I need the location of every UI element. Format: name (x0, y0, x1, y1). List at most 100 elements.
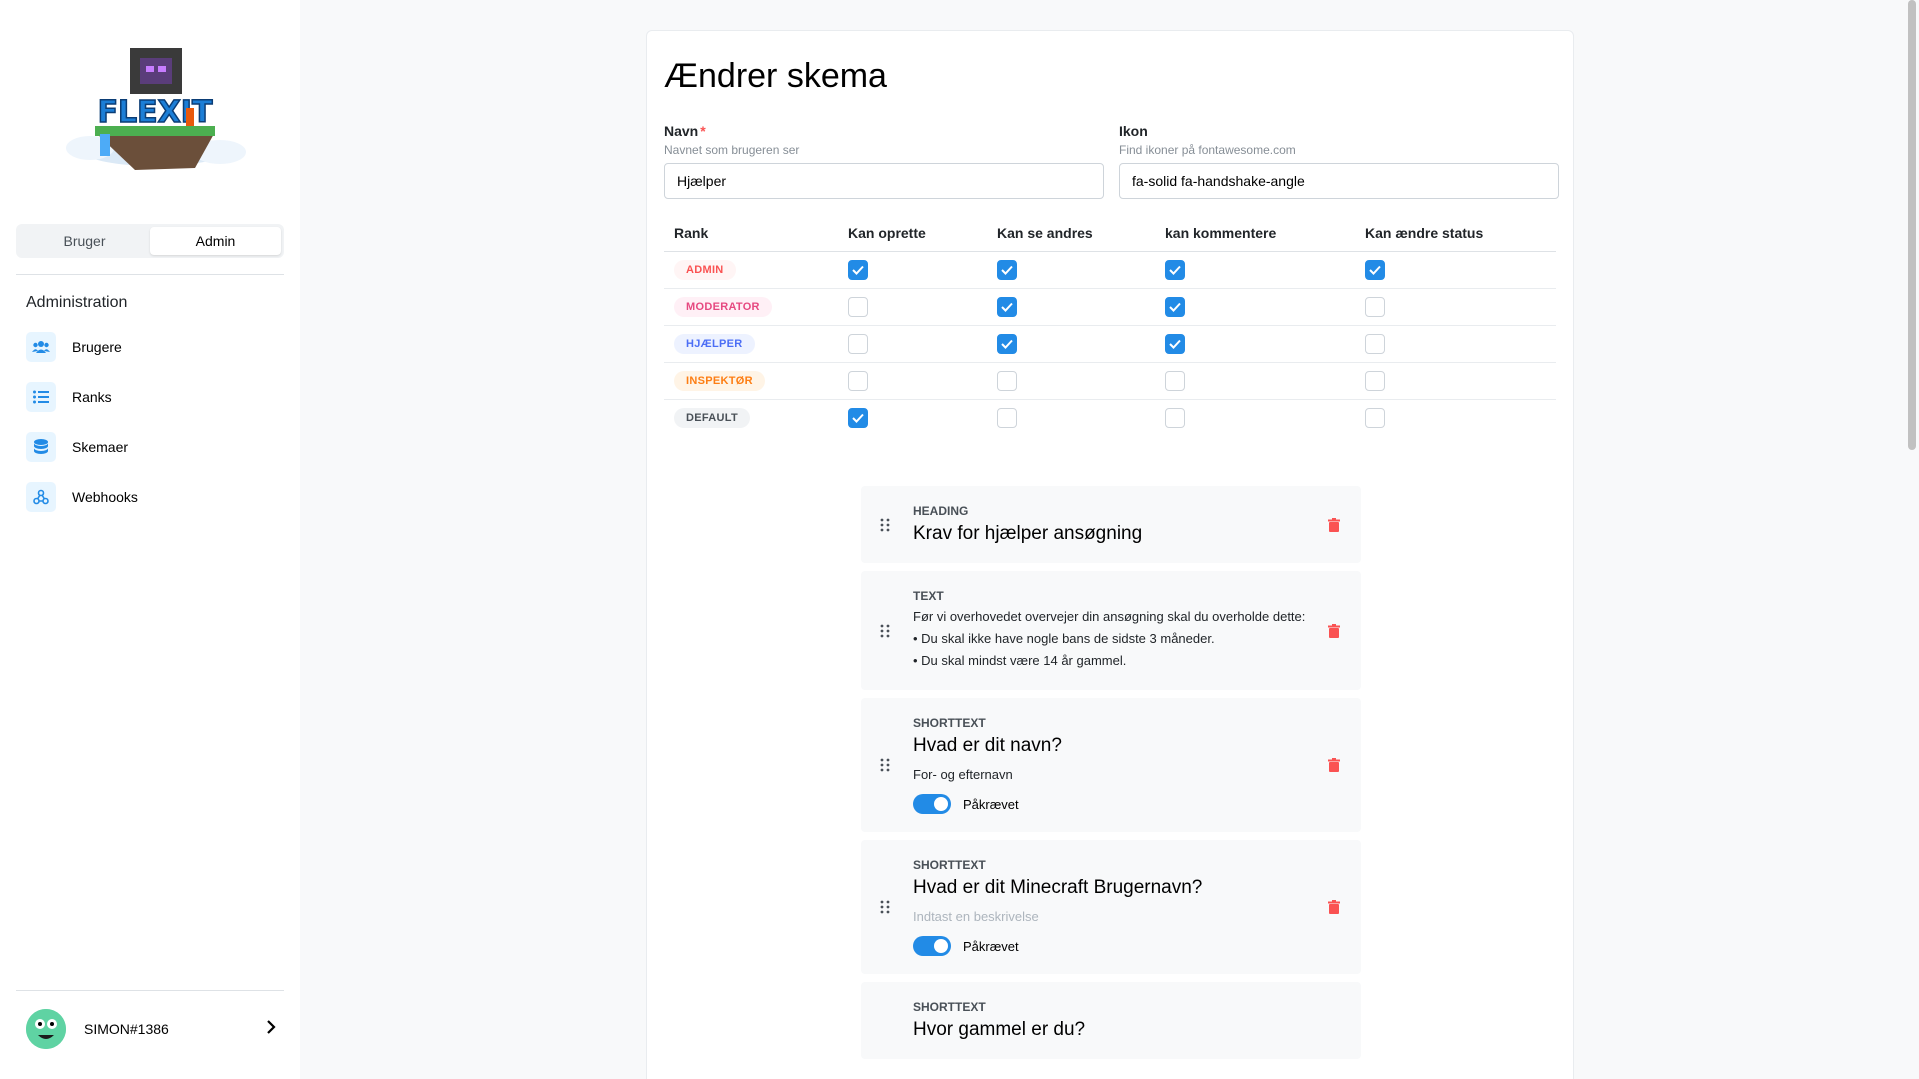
permission-checkbox[interactable] (1165, 333, 1185, 354)
form-item[interactable]: HEADING Krav for hjælper ansøgning (861, 486, 1361, 563)
item-type: TEXT (913, 589, 944, 603)
drag-handle-icon[interactable] (879, 623, 891, 639)
permission-checkbox[interactable] (1365, 296, 1385, 317)
permission-row: ADMIN (664, 251, 1556, 289)
permission-checkbox[interactable] (1365, 333, 1385, 354)
logo-text: FLEXIT (98, 95, 213, 130)
permission-cell (1355, 251, 1556, 289)
mode-switch[interactable]: Bruger Admin (16, 224, 284, 258)
database-icon (26, 432, 56, 462)
chevron-right-icon[interactable] (266, 1019, 276, 1039)
trash-icon[interactable] (1327, 517, 1341, 532)
permission-checkbox[interactable] (1165, 296, 1185, 317)
permissions-body: ADMIN MODERATOR HJÆLPER INSPEKTØR DEFAULT (664, 251, 1556, 436)
name-input[interactable] (664, 163, 1104, 199)
permission-row: INSPEKTØR (664, 362, 1556, 400)
text-line: • Du skal ikke have nogle bans de sidste… (913, 631, 1215, 646)
required-label: Påkrævet (963, 938, 1019, 954)
drag-handle-icon[interactable] (879, 757, 891, 773)
page-title: Ændrer skema (664, 57, 887, 95)
form-item[interactable]: TEXT Før vi overhovedet overvejer din an… (861, 571, 1361, 690)
flexit-logo[interactable]: FLEXIT (60, 40, 250, 180)
permission-checkbox[interactable] (848, 259, 868, 280)
permission-cell (1155, 288, 1355, 326)
nav-item-ranks[interactable]: Ranks (26, 372, 286, 422)
permission-cell (987, 325, 1155, 363)
form-item[interactable]: SHORTTEXT Hvad er dit navn? For- og efte… (861, 698, 1361, 832)
page-scrollbar[interactable] (1905, 0, 1919, 1079)
check-icon (1169, 339, 1181, 349)
segment-admin[interactable]: Admin (150, 227, 281, 255)
permission-checkbox[interactable] (848, 407, 868, 428)
permission-checkbox[interactable] (1365, 259, 1385, 280)
permission-checkbox[interactable] (1365, 370, 1385, 391)
users-icon (26, 332, 56, 362)
nav-item-skemaer[interactable]: Skemaer (26, 422, 286, 472)
permission-checkbox[interactable] (997, 407, 1017, 428)
item-title: Hvad er dit Minecraft Brugernavn? (913, 877, 1203, 898)
text-line: Før vi overhovedet overvejer din ansøgni… (913, 609, 1306, 624)
nav-item-webhooks[interactable]: Webhooks (26, 472, 286, 522)
permission-cell (987, 362, 1155, 400)
check-icon (852, 265, 864, 275)
check-icon (852, 413, 864, 423)
form-item[interactable]: SHORTTEXT Hvor gammel er du? (861, 982, 1361, 1059)
permission-checkbox[interactable] (997, 370, 1017, 391)
permission-cell (1155, 362, 1355, 400)
permission-checkbox[interactable] (997, 333, 1017, 354)
rank-cell: ADMIN (664, 251, 838, 289)
rank-badge: MODERATOR (674, 296, 772, 317)
required-toggle[interactable] (913, 936, 951, 956)
permission-checkbox[interactable] (1165, 259, 1185, 280)
divider (16, 274, 284, 275)
rank-badge: INSPEKTØR (674, 370, 765, 391)
drag-handle-icon[interactable] (879, 517, 891, 533)
permission-checkbox[interactable] (1365, 407, 1385, 428)
permission-cell (838, 251, 987, 289)
icon-input[interactable] (1119, 163, 1559, 199)
scrollbar-thumb[interactable] (1908, 0, 1916, 450)
name-field: Navn * Navnet som brugeren ser (664, 123, 1104, 199)
permission-checkbox[interactable] (848, 370, 868, 391)
permission-cell (838, 362, 987, 400)
form-item[interactable]: SHORTTEXT Hvad er dit Minecraft Brugerna… (861, 840, 1361, 974)
required-toggle[interactable] (913, 794, 951, 814)
permission-cell (1155, 325, 1355, 363)
item-type: SHORTTEXT (913, 716, 986, 730)
permissions-table: Rank Kan oprette Kan se andres kan komme… (664, 215, 1556, 436)
nav-label: Webhooks (72, 489, 138, 505)
item-description: For- og efternavn (913, 767, 1013, 782)
required-toggle-row: Påkrævet (913, 936, 1361, 956)
divider (16, 990, 284, 991)
permission-row: HJÆLPER (664, 325, 1556, 363)
rank-badge: HJÆLPER (674, 333, 755, 354)
icon-field-description: Find ikoner på fontawesome.com (1119, 143, 1296, 157)
permission-checkbox[interactable] (848, 333, 868, 354)
permission-checkbox[interactable] (997, 259, 1017, 280)
permission-checkbox[interactable] (1165, 370, 1185, 391)
permission-cell (987, 288, 1155, 326)
check-icon (1169, 265, 1181, 275)
permission-checkbox[interactable] (848, 296, 868, 317)
item-text: Før vi overhovedet overvejer din ansøgni… (913, 606, 1313, 672)
required-mark: * (700, 123, 706, 139)
trash-icon[interactable] (1327, 758, 1341, 772)
nav-label: Brugere (72, 339, 122, 355)
column-header: Kan ændre status (1355, 215, 1556, 252)
webhook-icon (26, 482, 56, 512)
drag-handle-icon[interactable] (879, 899, 891, 915)
permission-checkbox[interactable] (997, 296, 1017, 317)
rank-cell: INSPEKTØR (664, 362, 838, 400)
trash-icon[interactable] (1327, 623, 1341, 638)
user-menu[interactable]: SIMON#1386 (26, 1009, 276, 1049)
segment-user[interactable]: Bruger (19, 227, 150, 255)
icon-field: Ikon Find ikoner på fontawesome.com (1119, 123, 1559, 199)
check-icon (1001, 265, 1013, 275)
check-icon (1001, 302, 1013, 312)
trash-icon[interactable] (1327, 900, 1341, 914)
item-type: HEADING (913, 504, 969, 518)
name-field-label: Navn * (664, 123, 1104, 139)
permission-checkbox[interactable] (1165, 407, 1185, 428)
rank-badge: ADMIN (674, 259, 736, 280)
nav-item-brugere[interactable]: Brugere (26, 322, 286, 372)
